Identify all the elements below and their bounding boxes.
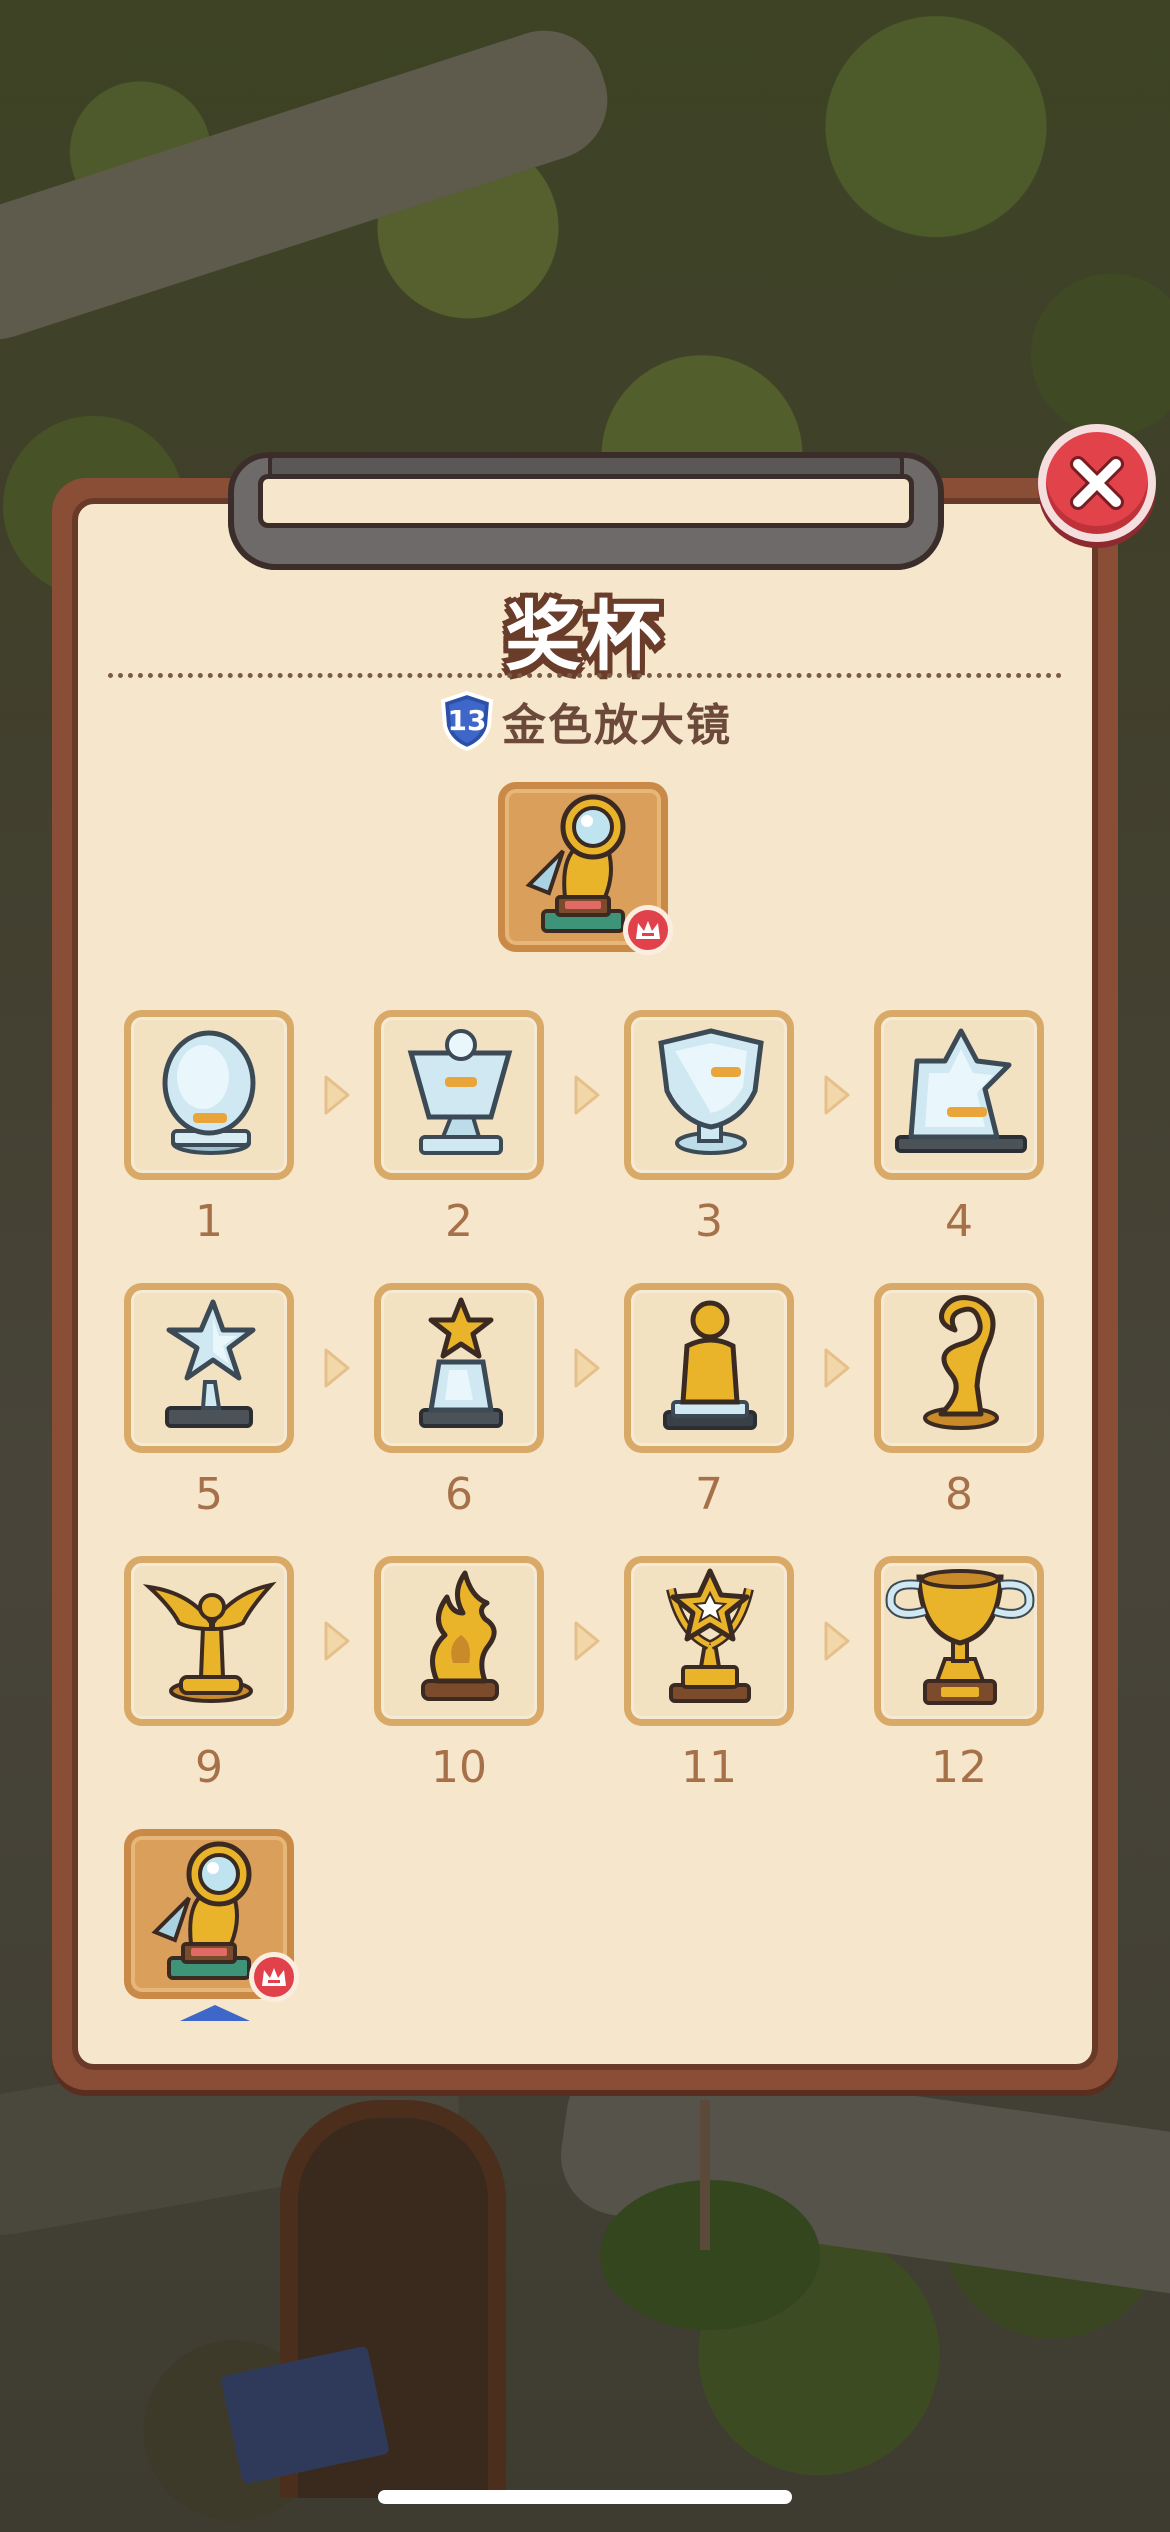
trophy-number: 12 bbox=[931, 1742, 987, 1793]
trophy-number: 1 bbox=[195, 1196, 223, 1247]
next-arrow-icon bbox=[574, 1621, 600, 1661]
page-title: 奖杯 bbox=[505, 592, 665, 681]
trophy-tile-4[interactable] bbox=[874, 1010, 1044, 1180]
trophy-tile-1[interactable] bbox=[124, 1010, 294, 1180]
close-icon bbox=[1070, 456, 1124, 510]
crown-icon bbox=[262, 1968, 286, 1986]
gold-figure-trophy-icon bbox=[663, 1300, 757, 1430]
gold-star-crystal-trophy-icon bbox=[419, 1297, 503, 1428]
clipboard-clip bbox=[228, 452, 944, 570]
trophy-number: 2 bbox=[445, 1196, 473, 1247]
home-indicator[interactable] bbox=[378, 2490, 792, 2504]
trophy-number: 4 bbox=[945, 1196, 973, 1247]
gold-winged-trophy-icon bbox=[142, 1581, 277, 1703]
close-button[interactable] bbox=[1038, 424, 1156, 542]
gold-cup-trophy-icon bbox=[885, 1569, 1035, 1705]
next-arrow-icon bbox=[574, 1348, 600, 1388]
current-trophy-header: 13 金色放大镜 bbox=[0, 690, 1170, 752]
crystal-round-trophy-icon bbox=[162, 1030, 256, 1155]
next-arrow-icon bbox=[824, 1348, 850, 1388]
crystal-cup-trophy-icon bbox=[407, 1029, 513, 1155]
crown-icon bbox=[636, 921, 660, 939]
trophy-tile-7[interactable] bbox=[624, 1283, 794, 1453]
trophy-number: 5 bbox=[195, 1469, 223, 1520]
trophy-number: 7 bbox=[695, 1469, 723, 1520]
crystal-star-plaque-icon bbox=[895, 1028, 1027, 1153]
next-arrow-icon bbox=[824, 1075, 850, 1115]
trophy-tile-3[interactable] bbox=[624, 1010, 794, 1180]
trophy-number: 8 bbox=[945, 1469, 973, 1520]
trophy-tile-12[interactable] bbox=[874, 1556, 1044, 1726]
trophy-tile-9[interactable] bbox=[124, 1556, 294, 1726]
title-divider bbox=[108, 673, 1062, 678]
crystal-shield-trophy-icon bbox=[658, 1028, 764, 1155]
trophy-number: 3 bbox=[695, 1196, 723, 1247]
next-arrow-icon bbox=[324, 1075, 350, 1115]
current-trophy-name: 金色放大镜 bbox=[502, 700, 732, 751]
level-number: 13 bbox=[447, 704, 487, 737]
trophy-tile-13[interactable] bbox=[124, 1829, 299, 2002]
trophy-tile-8[interactable] bbox=[874, 1283, 1044, 1453]
trophy-tile-11[interactable] bbox=[624, 1556, 794, 1726]
trophy-tile-5[interactable] bbox=[124, 1283, 294, 1453]
next-arrow-icon bbox=[574, 1075, 600, 1115]
trophy-number: 9 bbox=[195, 1742, 223, 1793]
gold-star-award-icon bbox=[666, 1568, 754, 1703]
crown-badge bbox=[249, 1952, 299, 2002]
crystal-star-trophy-icon bbox=[165, 1299, 256, 1428]
trophy-tile-6[interactable] bbox=[374, 1283, 544, 1453]
gold-abstract-trophy-icon bbox=[923, 1295, 999, 1430]
current-trophy-tile[interactable] bbox=[498, 782, 673, 955]
level-badge: 13 bbox=[438, 690, 496, 752]
trophy-number: 6 bbox=[445, 1469, 473, 1520]
trophy-number: 10 bbox=[431, 1742, 487, 1793]
trophy-tile-2[interactable] bbox=[374, 1010, 544, 1180]
crown-badge bbox=[623, 905, 673, 955]
gold-flame-trophy-icon bbox=[421, 1570, 499, 1701]
trophy-number: 11 bbox=[681, 1742, 737, 1793]
next-arrow-icon bbox=[324, 1348, 350, 1388]
next-arrow-icon bbox=[824, 1621, 850, 1661]
trophy-tile-10[interactable] bbox=[374, 1556, 544, 1726]
current-level-pointer-icon bbox=[180, 2005, 250, 2021]
next-arrow-icon bbox=[324, 1621, 350, 1661]
